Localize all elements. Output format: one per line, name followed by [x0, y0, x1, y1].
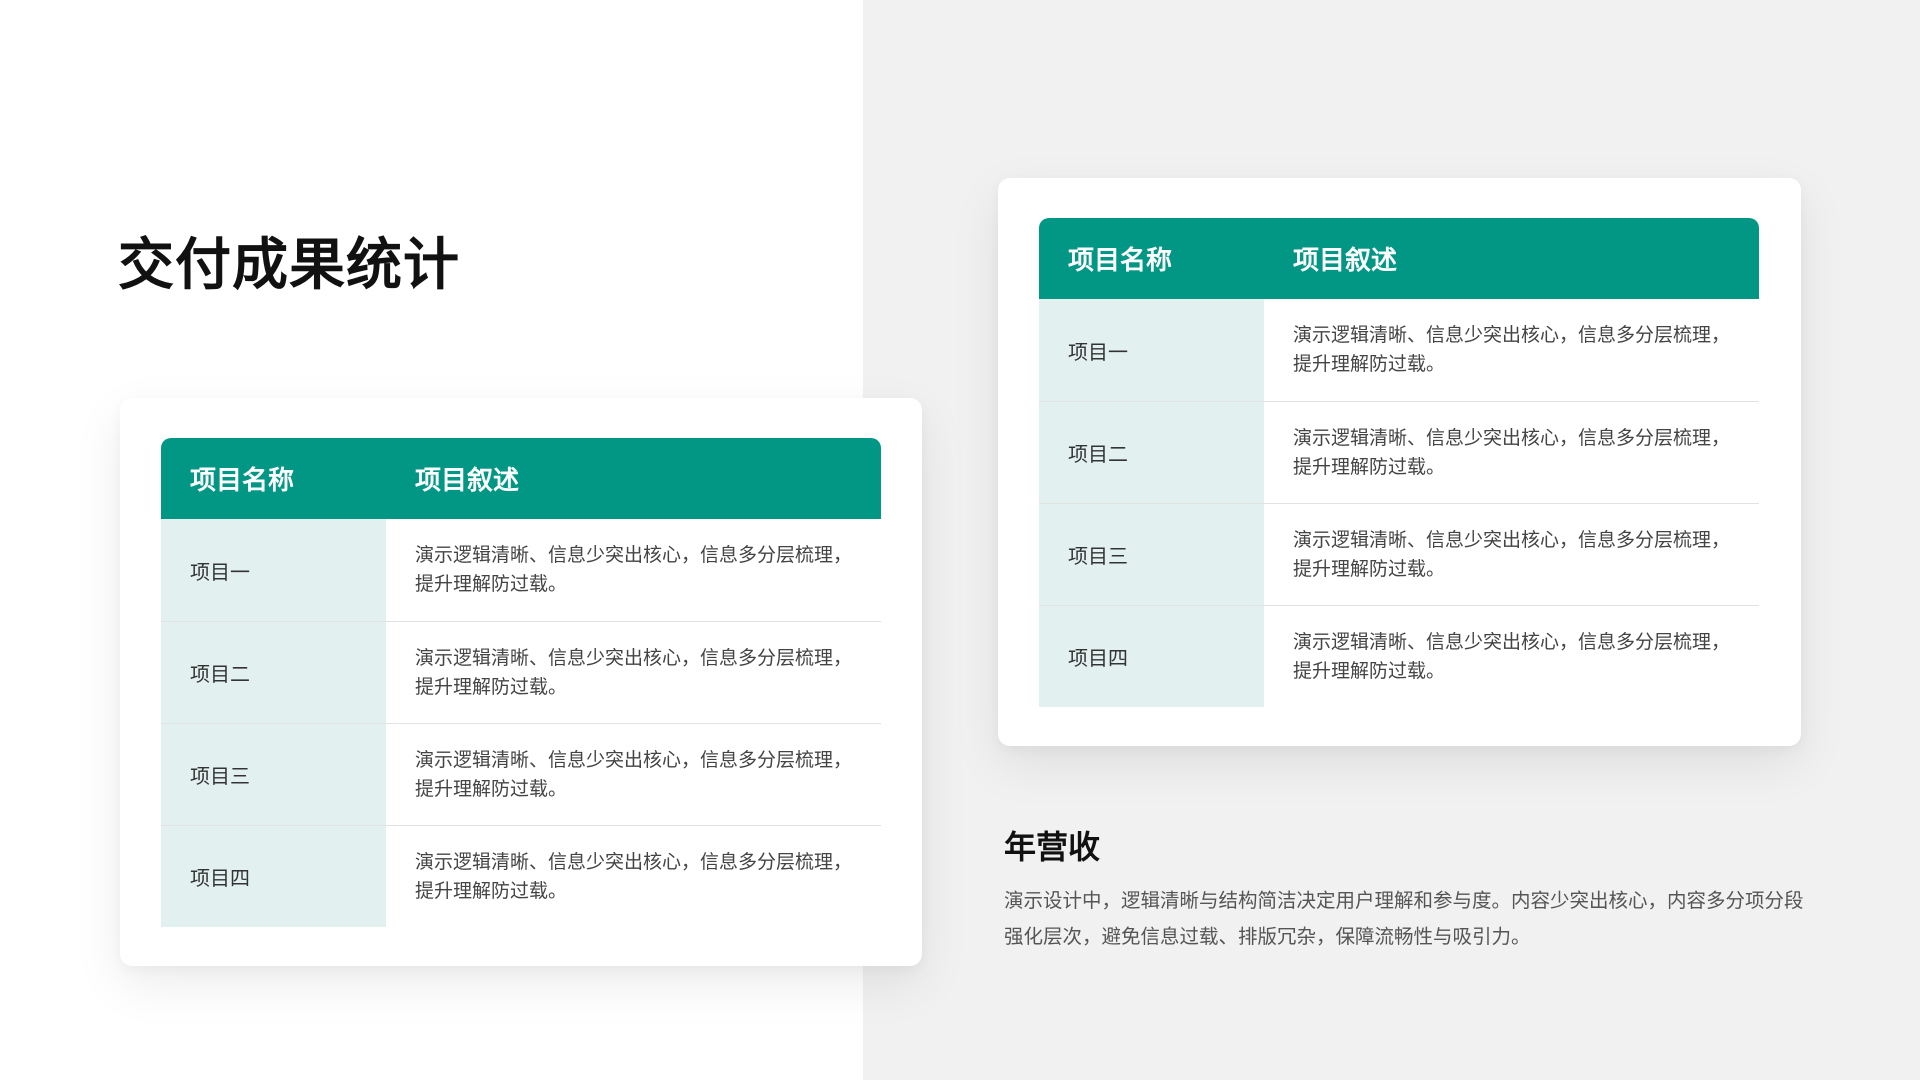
table-row: 项目二 演示逻辑清晰、信息少突出核心，信息多分层梳理，提升理解防过载。: [161, 621, 881, 723]
project-description-cell: 演示逻辑清晰、信息少突出核心，信息多分层梳理，提升理解防过载。: [415, 646, 853, 698]
table-row: 项目三 演示逻辑清晰、信息少突出核心，信息多分层梳理，提升理解防过载。: [1039, 503, 1759, 605]
project-description-cell: 演示逻辑清晰、信息少突出核心，信息多分层梳理，提升理解防过载。: [1293, 426, 1731, 478]
table-body: 项目一 演示逻辑清晰、信息少突出核心，信息多分层梳理，提升理解防过载。 项目二 …: [1039, 299, 1759, 707]
project-table-right: 项目名称 项目叙述 项目一 演示逻辑清晰、信息少突出核心，信息多分层梳理，提升理…: [1039, 218, 1759, 707]
project-name-cell: 项目一: [161, 519, 386, 621]
revenue-section-body: 演示设计中，逻辑清晰与结构简洁决定用户理解和参与度。内容少突出核心，内容多分项分…: [1004, 889, 1804, 948]
project-name-cell: 项目四: [161, 826, 386, 927]
table-row: 项目一 演示逻辑清晰、信息少突出核心，信息多分层梳理，提升理解防过载。: [161, 519, 881, 621]
revenue-section-title: 年营收: [1004, 828, 1101, 866]
project-description-cell: 演示逻辑清晰、信息少突出核心，信息多分层梳理，提升理解防过载。: [415, 544, 853, 595]
table-card-left: 项目名称 项目叙述 项目一 演示逻辑清晰、信息少突出核心，信息多分层梳理，提升理…: [120, 398, 922, 966]
project-name-cell: 项目二: [161, 622, 386, 723]
project-name-cell: 项目一: [1039, 299, 1264, 401]
table-row: 项目四 演示逻辑清晰、信息少突出核心，信息多分层梳理，提升理解防过载。: [161, 825, 881, 927]
page-title: 交付成果统计: [118, 233, 460, 298]
table-row: 项目四 演示逻辑清晰、信息少突出核心，信息多分层梳理，提升理解防过载。: [1039, 605, 1759, 707]
project-description-cell: 演示逻辑清晰、信息少突出核心，信息多分层梳理，提升理解防过载。: [1293, 324, 1731, 375]
table-header: 项目名称 项目叙述: [161, 438, 881, 519]
table-row: 项目一 演示逻辑清晰、信息少突出核心，信息多分层梳理，提升理解防过载。: [1039, 299, 1759, 401]
header-project-name: 项目名称: [190, 466, 295, 496]
header-project-name: 项目名称: [1068, 246, 1173, 276]
table-card-right: 项目名称 项目叙述 项目一 演示逻辑清晰、信息少突出核心，信息多分层梳理，提升理…: [998, 178, 1801, 746]
project-description-cell: 演示逻辑清晰、信息少突出核心，信息多分层梳理，提升理解防过载。: [1293, 528, 1731, 580]
project-name-cell: 项目四: [1039, 606, 1264, 707]
header-project-description: 项目叙述: [415, 466, 520, 496]
project-name-cell: 项目三: [1039, 504, 1264, 605]
project-description-cell: 演示逻辑清晰、信息少突出核心，信息多分层梳理，提升理解防过载。: [1293, 630, 1731, 682]
table-row: 项目三 演示逻辑清晰、信息少突出核心，信息多分层梳理，提升理解防过载。: [161, 723, 881, 825]
table-body: 项目一 演示逻辑清晰、信息少突出核心，信息多分层梳理，提升理解防过载。 项目二 …: [161, 519, 881, 927]
table-row: 项目二 演示逻辑清晰、信息少突出核心，信息多分层梳理，提升理解防过载。: [1039, 401, 1759, 503]
project-name-cell: 项目二: [1039, 402, 1264, 503]
project-description-cell: 演示逻辑清晰、信息少突出核心，信息多分层梳理，提升理解防过载。: [415, 850, 853, 902]
project-name-cell: 项目三: [161, 724, 386, 825]
table-header: 项目名称 项目叙述: [1039, 218, 1759, 299]
header-project-description: 项目叙述: [1293, 246, 1398, 276]
project-description-cell: 演示逻辑清晰、信息少突出核心，信息多分层梳理，提升理解防过载。: [415, 748, 853, 800]
project-table-left: 项目名称 项目叙述 项目一 演示逻辑清晰、信息少突出核心，信息多分层梳理，提升理…: [161, 438, 881, 927]
